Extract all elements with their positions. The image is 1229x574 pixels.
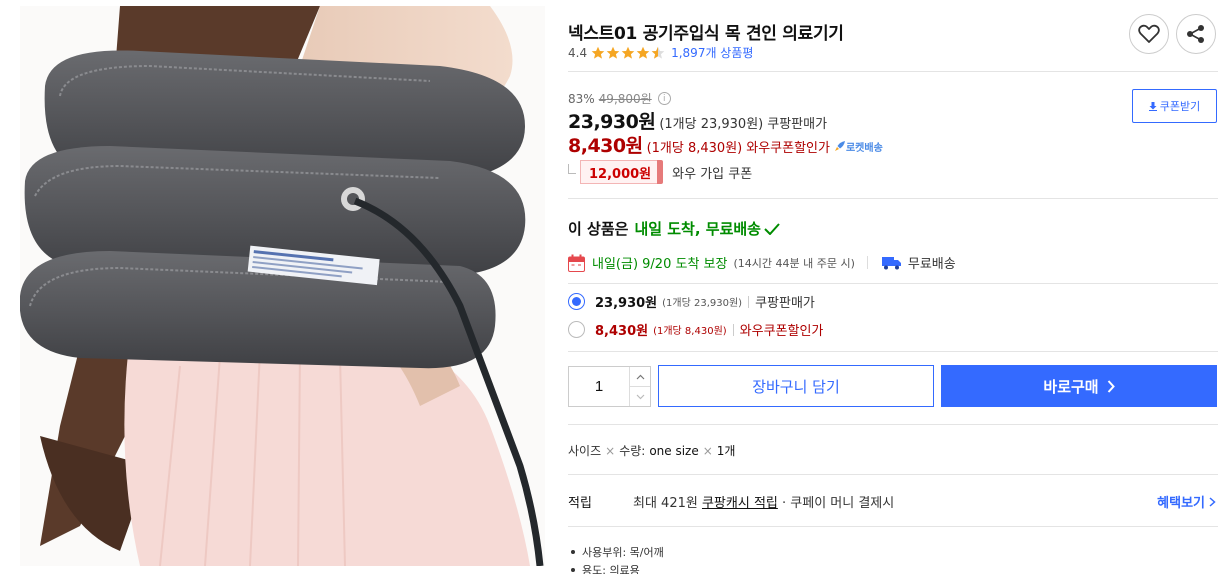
option-unit-price: (1개당 23,930원) [662,298,743,309]
times-icon: × [605,443,616,458]
coupon-download-button[interactable]: 쿠폰받기 [1132,89,1217,123]
separator [748,295,750,308]
wow-price: 8,430원 [568,135,643,157]
quantity-label: 수량: [619,444,646,458]
price-option-wow[interactable]: 8,430원 (1개당 8,430원) 와우쿠폰할인가 [568,320,823,339]
discount-row: 83% 49,800원 i [568,90,671,107]
view-benefits-link[interactable]: 혜택보기 [1157,492,1216,511]
info-icon[interactable]: i [657,92,671,105]
rocket-delivery-badge: 로켓배송 [834,139,883,154]
radio-unselected-icon[interactable] [568,321,585,338]
selected-option-summary: 사이즈 × 수량: one size × 1개 [568,442,735,459]
coupon-download-label: 쿠폰받기 [1159,100,1201,113]
wow-unit-price: (1개당 8,430원) [646,141,743,156]
checkmark-icon [764,222,780,235]
divider [568,526,1218,527]
size-label: 사이즈 [568,444,602,458]
spec-item: 사용부위: 목/어깨 [568,543,664,561]
product-title: 넥스트01 공기주입식 목 견인 의료기기 [568,24,844,44]
chevron-right-icon [1209,496,1216,507]
divider [568,474,1218,475]
delivery-heading-highlight: 내일 도착, 무료배송 [634,220,761,238]
quantity-increase-button[interactable] [630,367,650,386]
quantity-stepper[interactable] [568,366,651,407]
star-icon [606,46,620,59]
review-count-link[interactable]: 1,897개 상품평 [671,44,753,61]
divider [568,424,1218,425]
arrival-row: 내일(금) 9/20 도착 보장 (14시간 44분 내 주문 시) 무료배송 [568,253,956,272]
buy-now-button[interactable]: 바로구매 [941,365,1217,407]
add-to-cart-button[interactable]: 장바구니 담기 [658,365,934,407]
coupon-text: 와우 가입 쿠폰 [672,166,753,182]
product-detail-panel: 넥스트01 공기주입식 목 견인 의료기기 4.4 1,897개 상품평 83%… [568,0,1218,574]
chevron-up-icon [636,374,644,379]
wow-price-label: 와우쿠폰할인가 [746,141,830,156]
rating-row: 4.4 1,897개 상품평 [568,44,753,61]
quantity-value: 1개 [716,444,736,458]
rating-value: 4.4 [568,45,588,60]
original-price: 49,800원 [598,92,652,106]
separator [866,256,868,269]
star-half-icon [651,46,665,59]
divider [568,198,1218,199]
product-image [20,6,545,566]
calendar-icon [568,254,585,272]
discount-rate: 83% [568,91,595,106]
points-condition: · 쿠페이 머니 결제시 [782,496,895,511]
option-price: 8,430원 [595,324,649,339]
divider [568,71,1218,72]
view-benefits-label: 혜택보기 [1157,496,1205,511]
star-icon [621,46,635,59]
rocket-icon [834,141,845,151]
quantity-input[interactable] [569,367,629,406]
sale-unit-price: (1개당 23,930원) [659,117,764,132]
wow-coupon-row: 12,000원 와우 가입 쿠폰 [568,160,752,184]
spec-list: 사용부위: 목/어깨 용도: 의료용 [568,543,664,574]
star-icon [636,46,650,59]
quantity-decrease-button[interactable] [630,386,650,406]
wow-price-row: 8,430원 (1개당 8,430원) 와우쿠폰할인가 로켓배송 [568,131,883,158]
star-rating-icon [591,46,666,60]
divider [568,283,1218,284]
share-icon [1187,25,1204,43]
download-icon [1148,101,1157,111]
chevron-down-icon [636,394,644,399]
delivery-heading: 이 상품은 내일 도착, 무료배송 [568,218,780,239]
times-icon: × [702,443,713,458]
arrival-date: 내일(금) 9/20 도착 보장 [592,257,728,272]
delivery-heading-prefix: 이 상품은 [568,220,629,238]
sale-price-row: 23,930원 (1개당 23,930원) 쿠팡판매가 [568,107,827,134]
option-price: 23,930원 [595,296,658,311]
rocket-badge-label: 로켓배송 [845,143,883,154]
add-to-cart-label: 장바구니 담기 [752,377,840,396]
coupang-cash-link[interactable]: 쿠팡캐시 적립 [702,496,778,511]
separator [732,323,734,336]
wishlist-button[interactable] [1129,14,1169,54]
size-value: one size [649,443,699,458]
sale-price-label: 쿠팡판매가 [767,117,828,132]
option-label: 와우쿠폰할인가 [739,324,824,339]
radio-selected-icon[interactable] [568,293,585,310]
arrival-note: (14시간 44분 내 주문 시) [733,256,855,270]
spec-item: 용도: 의료용 [568,561,664,574]
free-shipping-label: 무료배송 [907,257,956,272]
share-button[interactable] [1176,14,1216,54]
points-row: 적립 최대 421원 쿠팡캐시 적립 · 쿠페이 머니 결제시 혜택보기 [568,492,1218,511]
sale-price: 23,930원 [568,111,656,133]
points-label: 적립 [568,496,592,511]
points-text: 최대 421원 쿠팡캐시 적립 · 쿠페이 머니 결제시 [633,492,894,511]
divider [568,351,1218,352]
option-unit-price: (1개당 8,430원) [653,326,727,337]
option-label: 쿠팡판매가 [755,296,815,311]
quantity-steps [629,367,650,406]
coupon-amount-tag: 12,000원 [580,160,664,184]
price-option-coupang[interactable]: 23,930원 (1개당 23,930원) 쿠팡판매가 [568,292,815,311]
star-icon [591,46,605,59]
buy-now-label: 바로구매 [1043,377,1099,396]
points-amount: 최대 421원 [633,496,698,511]
elbow-connector [568,164,576,174]
heart-icon [1138,24,1160,43]
truck-icon [881,256,901,269]
chevron-right-icon [1107,379,1115,393]
